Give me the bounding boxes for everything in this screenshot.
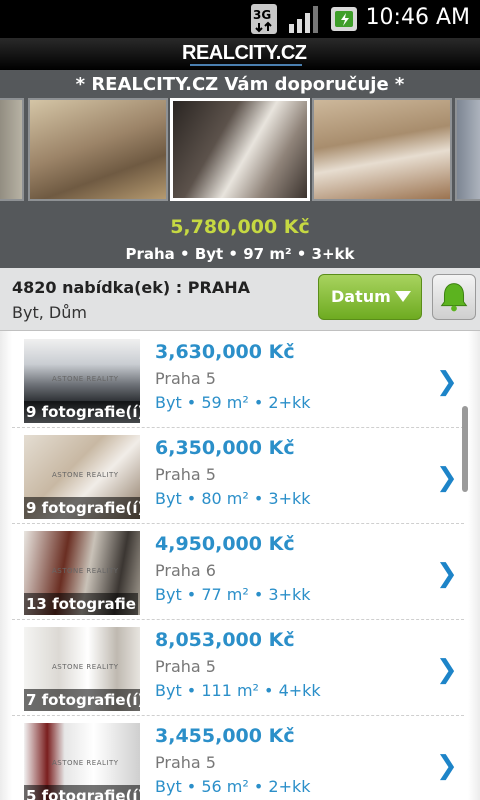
listing-row[interactable]: ASTONE REALITY 5 fotografie(í) 3,455,000… [12, 715, 464, 800]
sort-button[interactable]: Datum [318, 274, 422, 320]
svg-text:3G: 3G [253, 8, 271, 22]
photo-watermark: ASTONE REALITY [52, 471, 119, 479]
photo-count: 9 fotografie(í) [24, 497, 140, 519]
listing-details: Byt • 80 m² • 3+kk [155, 489, 311, 508]
bell-icon [440, 283, 468, 312]
listing-photo[interactable]: ASTONE REALITY 5 fotografie(í) [24, 723, 140, 800]
battery-charging-icon [331, 7, 357, 31]
app-logo: REALCITY.CZ [182, 42, 307, 64]
chevron-right-icon: ❯ [436, 367, 458, 397]
status-bar: 3G 10:46 AM [0, 0, 480, 38]
featured-carousel[interactable]: * REALCITY.CZ Vám doporučuje * 5,780,000… [0, 70, 480, 268]
listing-price: 3,630,000 Kč [155, 341, 295, 363]
listing-details: Byt • 59 m² • 2+kk [155, 393, 311, 412]
featured-title: * REALCITY.CZ Vám doporučuje * [75, 74, 405, 95]
listing-photo[interactable]: ASTONE REALITY 7 fotografie(í) [24, 627, 140, 711]
chevron-right-icon: ❯ [436, 655, 458, 685]
featured-info: Praha • Byt • 97 m² • 3+kk [125, 245, 355, 263]
listing-location: Praha 5 [155, 753, 216, 772]
photo-count: 9 fotografie(í) [24, 401, 140, 423]
photo-watermark: ASTONE REALITY [52, 567, 119, 575]
featured-thumb-selected[interactable] [170, 98, 310, 201]
signal-strength-icon [289, 6, 318, 33]
listing-price: 4,950,000 Kč [155, 533, 295, 555]
listing-photo[interactable]: ASTONE REALITY 13 fotografie [24, 531, 140, 615]
listing-row[interactable]: ASTONE REALITY 13 fotografie 4,950,000 K… [12, 523, 464, 620]
listing-details: Byt • 77 m² • 3+kk [155, 585, 311, 604]
notification-button[interactable] [432, 274, 476, 320]
photo-watermark: ASTONE REALITY [52, 759, 119, 767]
listing-details: Byt • 111 m² • 4+kk [155, 681, 321, 700]
listing-location: Praha 5 [155, 657, 216, 676]
network-3g-icon: 3G [251, 4, 277, 34]
clock: 10:46 AM [365, 5, 470, 30]
chevron-right-icon: ❯ [436, 751, 458, 781]
featured-thumb-edge-right[interactable] [455, 98, 480, 201]
listing-list[interactable]: ASTONE REALITY 9 fotografie(í) 3,630,000… [0, 331, 480, 800]
featured-price: 5,780,000 Kč [170, 216, 310, 238]
chevron-right-icon: ❯ [436, 463, 458, 493]
listing-photo[interactable]: ASTONE REALITY 9 fotografie(í) [24, 339, 140, 423]
results-count: 4820 nabídka(ek) : PRAHA [12, 278, 250, 297]
listing-location: Praha 5 [155, 465, 216, 484]
filter-bar: 4820 nabídka(ek) : PRAHA Byt, Dům Datum [0, 268, 480, 331]
photo-count: 13 fotografie [24, 593, 138, 615]
listing-row[interactable]: ASTONE REALITY 7 fotografie(í) 8,053,000… [12, 619, 464, 716]
listing-details: Byt • 56 m² • 2+kk [155, 777, 311, 796]
listing-location: Praha 5 [155, 369, 216, 388]
chevron-right-icon: ❯ [436, 559, 458, 589]
sort-label: Datum [331, 287, 391, 306]
app-header: REALCITY.CZ [0, 38, 480, 71]
logo-underline [190, 64, 302, 66]
property-types: Byt, Dům [12, 303, 87, 322]
listing-price: 6,350,000 Kč [155, 437, 295, 459]
photo-count: 7 fotografie(í) [24, 689, 140, 711]
photo-count: 5 fotografie(í) [24, 785, 140, 800]
featured-thumb[interactable] [312, 98, 452, 201]
dropdown-arrow-icon [395, 291, 411, 302]
listing-price: 8,053,000 Kč [155, 629, 295, 651]
featured-thumb-edge-left[interactable] [0, 98, 24, 201]
listing-price: 3,455,000 Kč [155, 725, 295, 747]
featured-thumb[interactable] [28, 98, 168, 201]
listing-row[interactable]: ASTONE REALITY 9 fotografie(í) 6,350,000… [12, 427, 464, 524]
photo-watermark: ASTONE REALITY [52, 663, 119, 671]
list-scrollbar[interactable] [462, 406, 468, 492]
listing-row[interactable]: ASTONE REALITY 9 fotografie(í) 3,630,000… [12, 331, 464, 428]
listing-photo[interactable]: ASTONE REALITY 9 fotografie(í) [24, 435, 140, 519]
listing-location: Praha 6 [155, 561, 216, 580]
photo-watermark: ASTONE REALITY [52, 375, 119, 383]
